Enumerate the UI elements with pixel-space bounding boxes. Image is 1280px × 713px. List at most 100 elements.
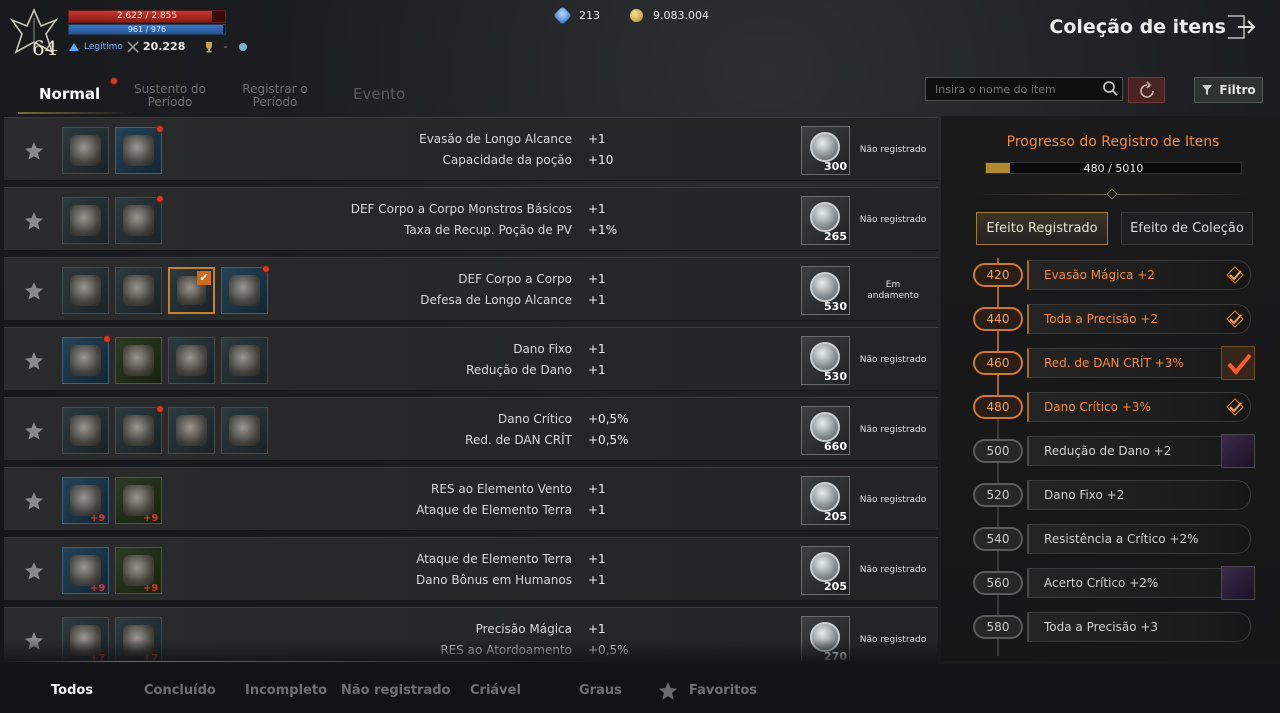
page-title: Coleção de itens (1049, 16, 1226, 38)
item-slot[interactable] (62, 197, 109, 244)
reward-thumbnail (1221, 566, 1255, 600)
item-slot[interactable]: +9 (115, 547, 162, 594)
stat-value: +10 (588, 153, 614, 167)
item-slot[interactable] (62, 267, 109, 314)
favorite-star-icon[interactable] (24, 491, 44, 511)
silver-medal-icon (810, 412, 840, 442)
tab-efeito-de-colecao[interactable]: Efeito de Coleção (1121, 212, 1253, 245)
reward-item[interactable]: 530 (801, 336, 850, 385)
filter-favoritos[interactable]: Favoritos (689, 683, 757, 698)
collection-row[interactable]: ✔ DEF Corpo a Corpo +1 Defesa de Longo Alca… (4, 257, 938, 321)
stat-name: Evasão de Longo Alcance (419, 132, 572, 146)
milestone-item[interactable]: 520 Dano Fixo +2 (967, 478, 1267, 510)
favorite-star-icon[interactable] (24, 281, 44, 301)
item-slot[interactable]: +9 (62, 477, 109, 524)
stat-name: Precisão Mágica (475, 622, 572, 636)
tab-normal[interactable]: Normal (39, 87, 100, 102)
collection-row[interactable]: Evasão de Longo Alcance +1 Capacidade da p… (4, 117, 938, 181)
item-icon (70, 275, 101, 306)
milestone-item[interactable]: 460 Red. de DAN CRÍT +3% (967, 346, 1267, 380)
item-slot[interactable] (62, 127, 109, 174)
stat-value: +1 (588, 482, 606, 496)
bottom-divider (0, 661, 620, 662)
filter-criavel[interactable]: Criável (470, 683, 521, 698)
milestone-level: 560 (973, 571, 1023, 595)
filter-label: Filtro (1219, 83, 1256, 97)
item-slot[interactable] (115, 267, 162, 314)
tab-sustento-do-periodo[interactable]: Sustento do Período (128, 83, 212, 109)
milestone-level: 440 (973, 307, 1023, 331)
tab-registrar-o-periodo[interactable]: Registrar o Período (233, 83, 317, 109)
reward-item[interactable]: 300 (801, 126, 850, 175)
favorite-star-icon[interactable] (24, 211, 44, 231)
milestone-item[interactable]: 440 Toda a Precisão +2 (967, 302, 1267, 334)
milestone-list[interactable]: 420 Evasão Mágica +2 440 Toda a Precisão… (967, 258, 1267, 656)
favorite-star-icon[interactable] (24, 561, 44, 581)
mp-text: 961 / 976 (127, 25, 167, 34)
collection-list[interactable]: Evasão de Longo Alcance +1 Capacidade da p… (4, 116, 938, 661)
filter-button[interactable]: Filtro (1194, 77, 1263, 103)
milestone-item[interactable]: 500 Redução de Dano +2 (967, 434, 1267, 468)
item-slot[interactable] (115, 337, 162, 384)
enhancement-level: +9 (143, 583, 159, 594)
enhancement-level: +9 (90, 513, 106, 524)
collection-row[interactable]: Dano Fixo +1 Redução de Dano +1 530 Não regi… (4, 327, 938, 391)
stat-name: Ataque de Elemento Terra (416, 552, 572, 566)
favorite-star-icon[interactable] (24, 351, 44, 371)
item-slot[interactable] (168, 407, 215, 454)
filter-graus[interactable]: Graus (579, 683, 622, 698)
tab-efeito-registrado[interactable]: Efeito Registrado (976, 212, 1108, 245)
collection-row[interactable]: DEF Corpo a Corpo Monstros Básicos +1 Taxa… (4, 187, 938, 251)
item-slot[interactable]: ✔ (168, 267, 215, 314)
item-slot[interactable] (168, 337, 215, 384)
item-icon (70, 555, 101, 586)
gold-amount: 9.083.004 (653, 9, 709, 22)
collection-row[interactable]: Dano Crítico +0,5% Red. de DAN CRÍT +0,5% 6… (4, 397, 938, 461)
search-icon[interactable] (1102, 80, 1118, 96)
item-slot[interactable]: +9 (115, 477, 162, 524)
reward-item[interactable]: 660 (801, 406, 850, 455)
reward-item[interactable]: 265 (801, 196, 850, 245)
exit-icon[interactable] (1224, 12, 1258, 42)
milestone-item[interactable]: 560 Acerto Crítico +2% (967, 566, 1267, 600)
milestone-item[interactable]: 480 Dano Crítico +3% (967, 390, 1267, 422)
milestone-item[interactable]: 420 Evasão Mágica +2 (967, 258, 1267, 290)
enhancement-level: +9 (143, 513, 159, 524)
item-slot[interactable]: +9 (62, 547, 109, 594)
item-slot[interactable] (115, 125, 164, 174)
check-icon (1226, 266, 1244, 284)
trophy-icon[interactable] (203, 41, 215, 53)
filter-concluido[interactable]: Concluído (144, 683, 216, 698)
milestone-level: 500 (973, 439, 1023, 463)
reward-item[interactable]: 205 (801, 476, 850, 525)
filter-incompleto[interactable]: Incompleto (245, 683, 327, 698)
stat-name: Dano Crítico (498, 412, 572, 426)
refresh-button[interactable] (1128, 77, 1165, 103)
stat-value: +1 (588, 342, 606, 356)
filter-nao-registrado[interactable]: Não registrado (341, 683, 450, 698)
registration-status: Não registrado (859, 425, 927, 435)
filter-todos[interactable]: Todos (51, 683, 93, 698)
item-search-input[interactable] (925, 77, 1123, 101)
registration-status: Não registrado (859, 215, 927, 225)
pet-icon[interactable] (237, 41, 249, 53)
collection-row[interactable]: +9 +9 RES ao Elemento Vento +1 Ataque de Ele… (4, 467, 938, 531)
milestone-item[interactable]: 580 Toda a Precisão +3 (967, 610, 1267, 642)
gold-coin-icon (630, 9, 643, 22)
reward-quantity: 660 (824, 440, 847, 453)
milestone-item[interactable]: 540 Resistência a Crítico +2% (967, 522, 1267, 554)
milestone-effect: Dano Fixo +2 (1044, 488, 1125, 502)
new-item-dot (156, 195, 164, 203)
collection-row[interactable]: +9 +9 Ataque de Elemento Terra +1 Dano Bônus… (4, 537, 938, 601)
reward-item[interactable]: 205 (801, 546, 850, 595)
registration-progress-panel: Progresso do Registro de Itens 480 / 501… (941, 116, 1280, 661)
item-slot[interactable] (115, 195, 164, 244)
favorite-star-icon[interactable] (24, 141, 44, 161)
item-slot[interactable] (62, 407, 109, 454)
reward-item[interactable]: 530 (801, 266, 850, 315)
item-slot[interactable] (115, 405, 164, 454)
tab-evento[interactable]: Evento (353, 87, 405, 102)
item-slot[interactable] (62, 335, 111, 384)
favorite-star-icon[interactable] (24, 421, 44, 441)
item-icon (123, 205, 154, 236)
